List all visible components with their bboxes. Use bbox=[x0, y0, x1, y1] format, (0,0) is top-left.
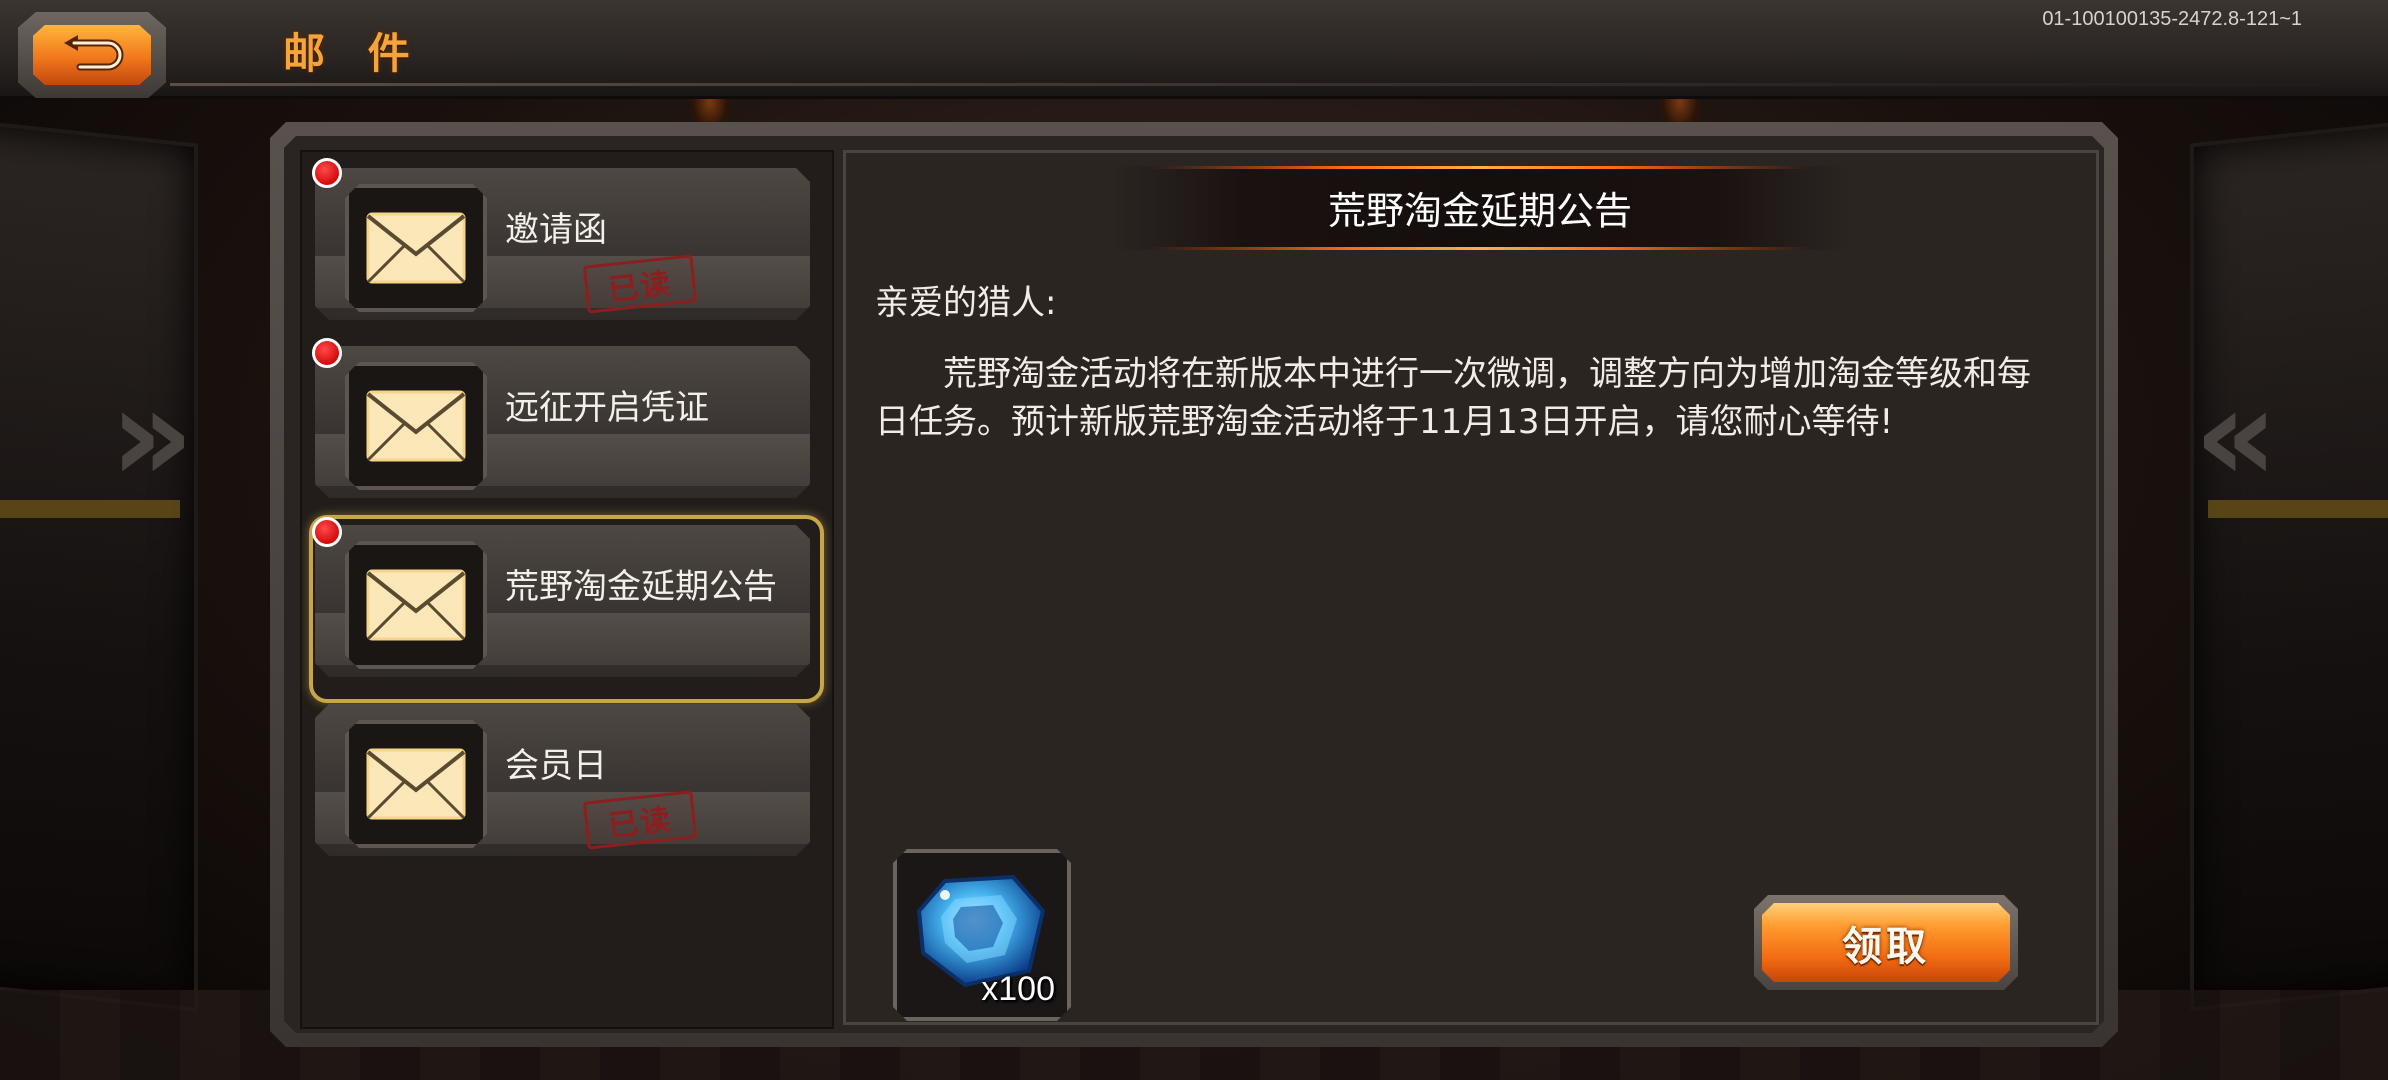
unread-dot bbox=[312, 517, 342, 547]
back-arrow-icon bbox=[64, 35, 124, 71]
mail-item-title: 荒野淘金延期公告 bbox=[505, 567, 777, 607]
background-door-right bbox=[2190, 116, 2388, 1012]
mail-heading: 荒野淘金延期公告 bbox=[1327, 189, 1632, 233]
unread-dot bbox=[312, 158, 342, 188]
mail-item-title: 会员日 bbox=[505, 746, 607, 786]
background-door-left bbox=[0, 116, 198, 1012]
back-button[interactable] bbox=[18, 12, 166, 98]
mail-item-invitation[interactable]: 邀请函 已读 bbox=[315, 168, 810, 320]
mail-item-member-day[interactable]: 会员日 已读 bbox=[315, 704, 810, 856]
reward-item[interactable]: x100 bbox=[893, 849, 1071, 1021]
version-text: 01-100100135-2472.8-121~1 bbox=[2042, 8, 2302, 30]
background-chevron-icon: « bbox=[2194, 359, 2278, 511]
mail-icon-box bbox=[345, 720, 487, 848]
mail-item-expedition-voucher[interactable]: 远征开启凭证 bbox=[315, 346, 810, 498]
page-title: 邮 件 bbox=[283, 29, 424, 78]
envelope-icon bbox=[366, 748, 466, 820]
back-button-face[interactable] bbox=[33, 25, 151, 85]
background-chevron-icon: » bbox=[110, 359, 194, 511]
unread-dot bbox=[312, 338, 342, 368]
envelope-icon bbox=[366, 390, 466, 462]
mail-icon-box bbox=[345, 362, 487, 490]
mail-greeting: 亲爱的猎人: bbox=[875, 283, 1057, 323]
claim-button[interactable]: 领取 bbox=[1754, 895, 2018, 990]
mail-item-title: 邀请函 bbox=[505, 210, 607, 250]
claim-button-face[interactable]: 领取 bbox=[1762, 903, 2010, 982]
mail-item-wild-gold-delay[interactable]: 荒野淘金延期公告 bbox=[315, 525, 810, 677]
mail-item-title: 远征开启凭证 bbox=[505, 388, 709, 428]
mail-icon-box bbox=[345, 541, 487, 669]
claim-button-label: 领取 bbox=[1842, 923, 1930, 970]
envelope-icon bbox=[366, 212, 466, 284]
envelope-icon bbox=[366, 569, 466, 641]
mail-icon-box bbox=[345, 184, 487, 312]
top-bar: 邮 件 01-100100135-2472.8-121~1 bbox=[0, 0, 2388, 99]
reward-quantity: x100 bbox=[981, 970, 1055, 1008]
mail-body-text: 荒野淘金活动将在新版本中进行一次微调，调整方向为增加淘金等级和每日任务。预计新版… bbox=[875, 354, 2031, 442]
